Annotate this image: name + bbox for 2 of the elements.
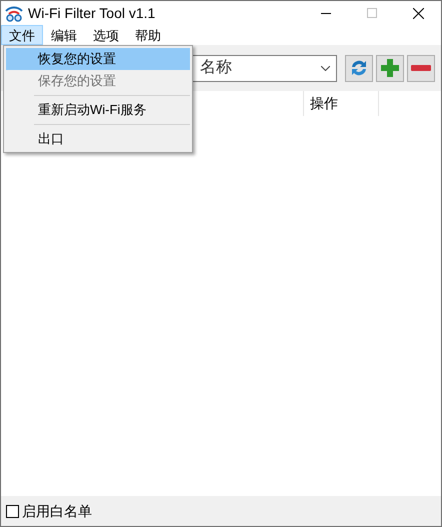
checkbox-label: 启用白名单 xyxy=(22,502,92,520)
window-title: Wi-Fi Filter Tool v1.1 xyxy=(28,4,156,22)
